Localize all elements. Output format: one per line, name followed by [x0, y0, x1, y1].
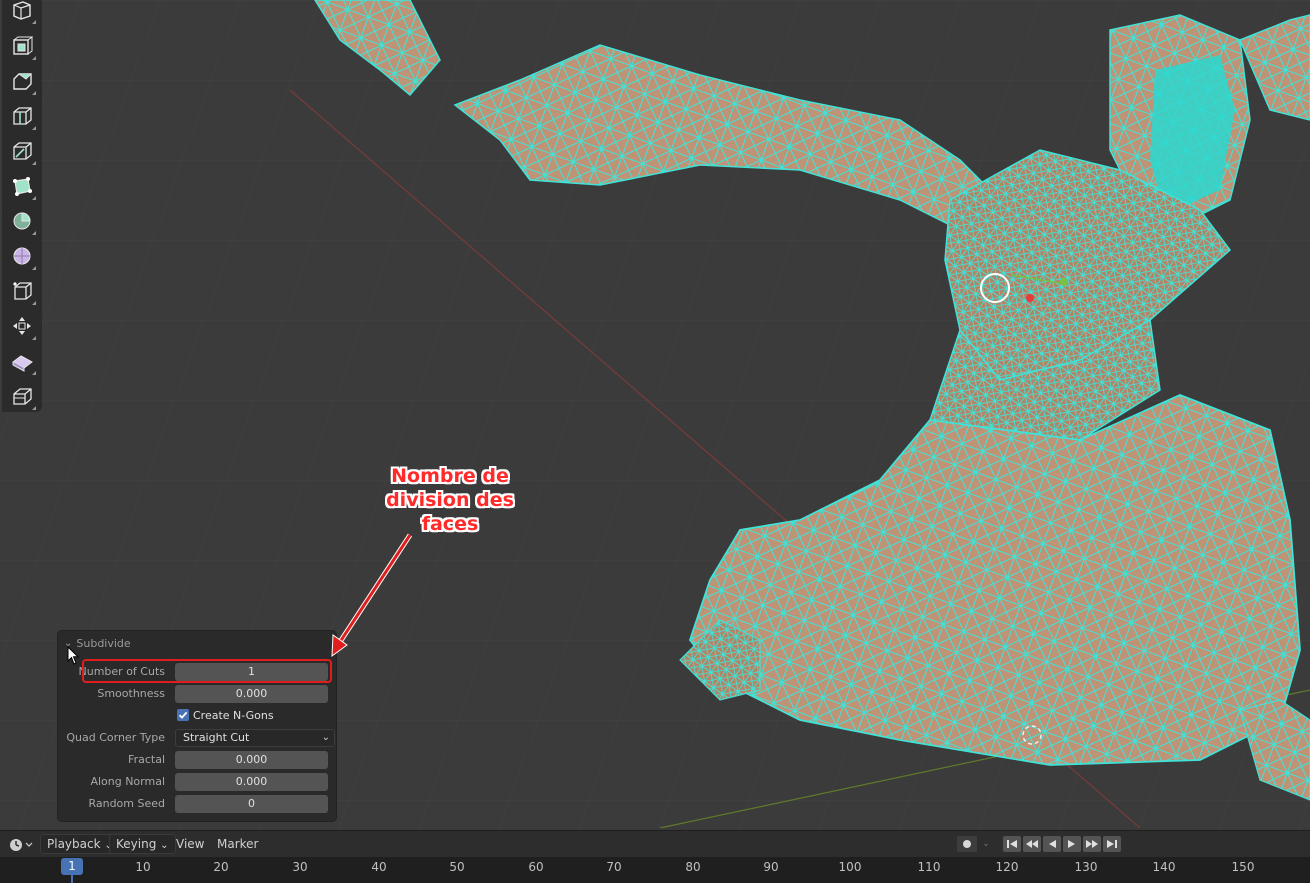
fractal-field[interactable]: 0.000 [175, 751, 328, 769]
smooth-vertices-icon[interactable] [6, 240, 38, 272]
annotation-line-3: faces [421, 513, 479, 535]
spin-icon[interactable] [6, 205, 38, 237]
playback-label: Playback [47, 837, 101, 851]
fractal-label: Fractal [128, 753, 165, 766]
edge-slide-icon[interactable] [6, 275, 38, 307]
annotation-line-1: Nombre de [391, 465, 509, 487]
prev-keyframe-button[interactable] [1023, 836, 1041, 852]
tool-shelf [2, 0, 42, 412]
keying-label: Keying [116, 837, 157, 851]
frame-label: 130 [1074, 860, 1098, 874]
along-normal-label: Along Normal [90, 775, 165, 788]
frame-label: 10 [135, 860, 151, 874]
poly-build-icon[interactable] [6, 170, 38, 202]
random-seed-label: Random Seed [88, 797, 165, 810]
frame-label: 40 [371, 860, 387, 874]
panel-title: Subdivide [76, 636, 131, 650]
chevron-down-icon: ⌄ [160, 840, 169, 851]
frame-label: 120 [995, 860, 1019, 874]
loop-cut-icon[interactable] [6, 100, 38, 132]
jump-start-button[interactable] [1003, 836, 1021, 852]
jump-start-icon [1007, 840, 1017, 848]
shear-icon[interactable] [6, 345, 38, 377]
prev-keyframe-icon [1026, 840, 1038, 848]
play-icon [1068, 840, 1075, 848]
frame-label: 80 [685, 860, 701, 874]
jump-end-button[interactable] [1103, 836, 1121, 852]
clock-icon [10, 838, 33, 851]
chevron-down-icon: ⌄ [321, 732, 330, 743]
view-menu[interactable]: View [170, 834, 210, 854]
create-ngons-row: Create N-Gons [58, 707, 336, 725]
frame-label: 150 [1231, 860, 1255, 874]
keying-set-dropdown[interactable]: ⌄ [978, 836, 994, 852]
quad-corner-type-row: Quad Corner Type Straight Cut ⌄ [58, 729, 336, 747]
frame-label: 110 [917, 860, 941, 874]
smoothness-field[interactable]: 0.000 [175, 685, 328, 703]
timeline-header: Playback ⌄ Keying ⌄ View Marker ⌄ [0, 830, 1310, 857]
smoothness-label: Smoothness [97, 687, 165, 700]
frame-label: 30 [292, 860, 308, 874]
quad-corner-type-label: Quad Corner Type [66, 731, 165, 744]
smoothness-row: Smoothness 0.000 [58, 685, 336, 703]
rip-region-icon[interactable] [6, 380, 38, 412]
select-box-icon[interactable] [6, 0, 38, 26]
along-normal-field[interactable]: 0.000 [175, 773, 328, 791]
inset-faces-icon[interactable] [6, 30, 38, 62]
playhead[interactable] [71, 875, 73, 883]
annotation-line-2: division des [386, 489, 514, 511]
extrude-region-icon[interactable] [6, 65, 38, 97]
knife-icon[interactable] [6, 135, 38, 167]
play-reverse-button[interactable] [1043, 836, 1061, 852]
create-ngons-checkbox[interactable] [177, 709, 189, 721]
frame-ruler[interactable]: 1 10 20 30 40 50 60 70 80 90 100 110 120… [0, 857, 1310, 883]
annotation-callout: Nombre de division des faces [360, 464, 540, 536]
playback-menu[interactable]: Playback ⌄ [40, 834, 120, 854]
shrink-fatten-icon[interactable] [6, 310, 38, 342]
record-icon [963, 840, 971, 848]
frame-label: 70 [606, 860, 622, 874]
quad-corner-type-value: Straight Cut [183, 731, 250, 744]
next-keyframe-button[interactable] [1083, 836, 1101, 852]
frame-label: 50 [449, 860, 465, 874]
quad-corner-type-dropdown[interactable]: Straight Cut ⌄ [175, 729, 335, 747]
marker-menu[interactable]: Marker [211, 834, 264, 854]
frame-label: 20 [213, 860, 229, 874]
frame-label: 90 [763, 860, 779, 874]
play-reverse-icon [1049, 840, 1056, 848]
create-ngons-label[interactable]: Create N-Gons [193, 709, 274, 722]
next-keyframe-icon [1086, 840, 1098, 848]
keying-menu[interactable]: Keying ⌄ [109, 834, 176, 854]
checkmark-icon [178, 711, 188, 719]
random-seed-row: Random Seed 0 [58, 795, 336, 813]
frame-label: 100 [838, 860, 862, 874]
current-frame-indicator[interactable]: 1 [61, 858, 83, 875]
chevron-down-icon: ⌄ [982, 839, 990, 849]
along-normal-row: Along Normal 0.000 [58, 773, 336, 791]
fractal-row: Fractal 0.000 [58, 751, 336, 769]
jump-end-icon [1107, 840, 1117, 848]
frame-label: 60 [528, 860, 544, 874]
play-button[interactable] [1063, 836, 1081, 852]
random-seed-field[interactable]: 0 [175, 795, 328, 813]
frame-label: 140 [1152, 860, 1176, 874]
annotation-highlight-box [82, 659, 332, 683]
auto-keying-button[interactable] [957, 836, 977, 852]
editor-type-button[interactable] [4, 834, 38, 854]
mouse-pointer-icon [67, 646, 80, 665]
